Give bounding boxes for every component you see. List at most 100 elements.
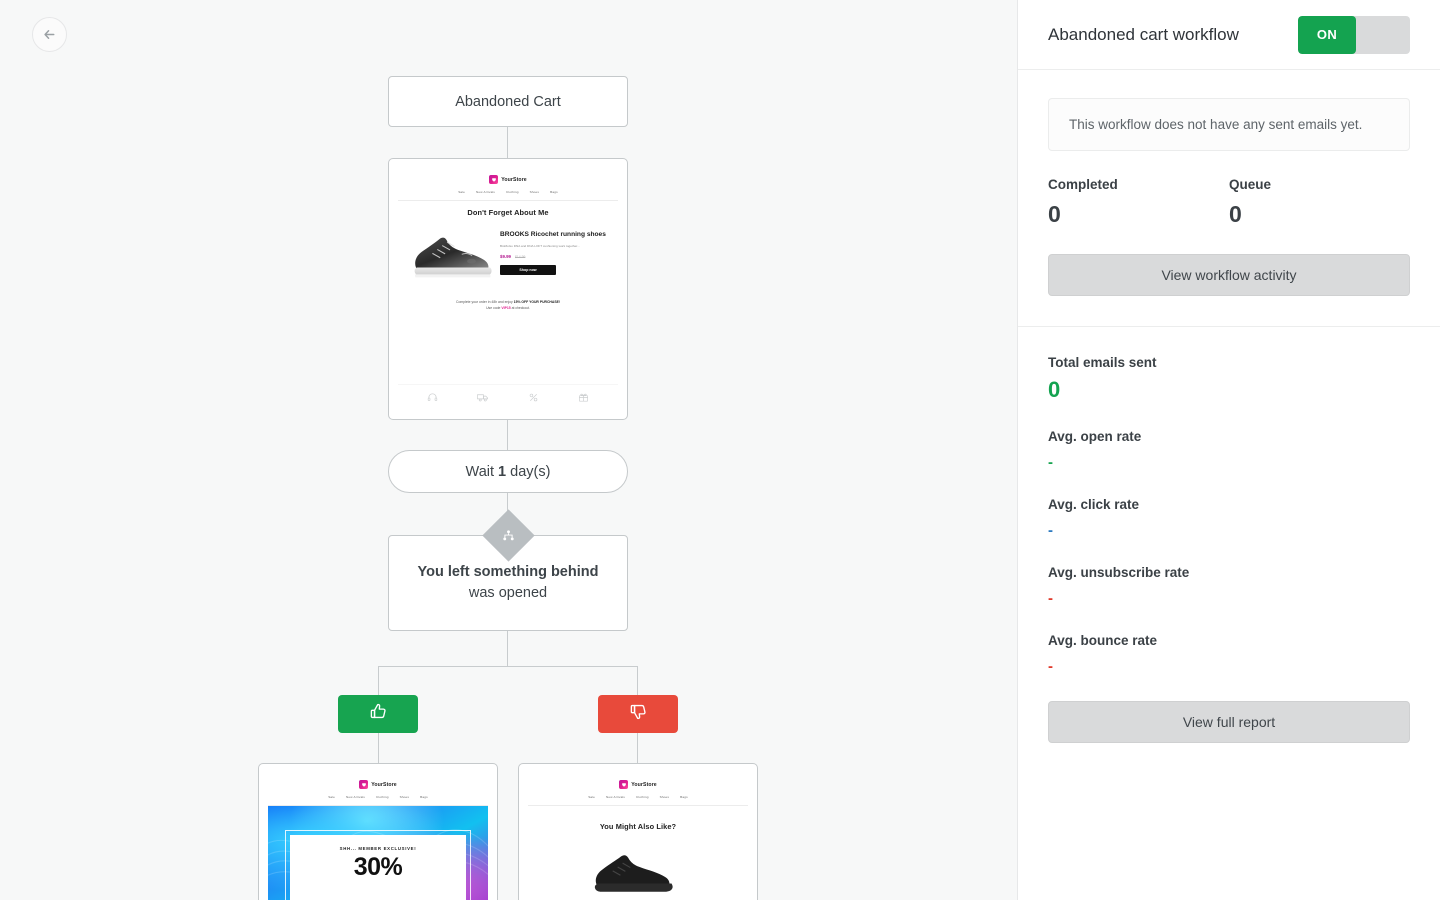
node-email-you-might-also-like[interactable]: YourStore Sale New Arrivals Clothing Sho… [518, 763, 758, 900]
promo-code-pre: Use code [486, 306, 502, 311]
hero-discount: 30% [353, 853, 403, 881]
workflow-status-toggle[interactable]: ON [1298, 15, 1410, 54]
thumbs-up-icon [369, 702, 388, 726]
branch-split-icon [490, 517, 527, 554]
email-brand: YourStore [528, 780, 748, 789]
brand-logo-icon [359, 780, 369, 789]
metric-label: Avg. open rate [1048, 429, 1142, 444]
email-headline: You Might Also Like? [599, 822, 677, 831]
product-shoe-image [407, 226, 495, 288]
branch-no-button[interactable] [598, 695, 678, 733]
email-headline: Don't Forget About Me [467, 208, 549, 217]
brand-name: YourStore [631, 781, 657, 788]
delivery-truck-icon [477, 392, 489, 403]
workflow-detail-panel: Abandoned cart workflow ON This workflow… [1017, 0, 1440, 900]
email-nav-item: Clothing [376, 795, 389, 799]
metrics-grid: Avg. open rate - Avg. click rate - Avg. … [1048, 429, 1410, 701]
email-body: Don't Forget About Me BROOKS Ricochet ru… [398, 201, 618, 384]
email-nav: Sale New Arrivals Clothing Shoes Bags [268, 795, 488, 799]
wait-label: Wait 1 day(s) [466, 464, 551, 480]
email-hero-banner: SHH... MEMBER EXCLUSIVE! 30% [268, 806, 488, 900]
node-trigger-label: Abandoned Cart [455, 93, 561, 110]
shop-now-button: Shop now [500, 264, 556, 275]
email-nav-item: Sale [458, 190, 466, 194]
hero-content: SHH... MEMBER EXCLUSIVE! 30% [290, 835, 466, 900]
connector [507, 420, 508, 450]
email-preview-main: YourStore Sale New Arrivals Clothing Sho… [398, 168, 618, 410]
metric-value: - [1048, 590, 1053, 607]
metric-value: - [1048, 522, 1053, 539]
connector [378, 666, 638, 667]
price-original: $14.99 [515, 254, 526, 259]
stat-completed: Completed 0 [1048, 177, 1229, 228]
wait-value: 1 [498, 463, 507, 480]
metric-value: - [1048, 658, 1053, 675]
email-nav-item: Shoes [529, 190, 540, 194]
price-current: $9.99 [500, 253, 511, 259]
panel-report-section: Total emails sent 0 Avg. open rate - Avg… [1018, 327, 1440, 773]
flow-graph: Abandoned Cart YourStore Sale New Arriva… [0, 0, 1017, 900]
wait-prefix: Wait [465, 463, 499, 480]
product-price: $9.99 $14.99 [500, 254, 609, 259]
empty-state-notice: This workflow does not have any sent ema… [1048, 98, 1410, 151]
email-nav-item: New Arrivals [476, 190, 496, 194]
metric-value: - [1048, 454, 1053, 471]
metric-label: Avg. unsubscribe rate [1048, 565, 1190, 580]
email-nav-item: Sale [328, 795, 336, 799]
email-nav-item: New Arrivals [346, 795, 366, 799]
email-nav-item: Bags [550, 190, 558, 194]
email-nav-item: New Arrivals [606, 795, 626, 799]
product-info: BROOKS Ricochet running shoes BioMoGo DN… [500, 226, 609, 275]
brand-name: YourStore [501, 176, 527, 183]
branch-yes-button[interactable] [338, 695, 418, 733]
email-product: BROOKS Ricochet running shoes BioMoGo DN… [407, 226, 609, 288]
stat-label: Queue [1229, 177, 1272, 192]
promo-code: VIP15 [501, 306, 511, 311]
email-header: YourStore Sale New Arrivals Clothing Sho… [398, 168, 618, 201]
email-nav: Sale New Arrivals Clothing Shoes Bags [528, 795, 748, 799]
condition-email-name: You left something behind [417, 563, 599, 580]
panel-header: Abandoned cart workflow ON [1018, 0, 1440, 70]
stats-grid: Completed 0 Queue 0 [1048, 177, 1410, 228]
metric-unsubscribe-rate: Avg. unsubscribe rate - [1048, 565, 1245, 607]
condition-label: You left something behind was opened [407, 562, 609, 604]
promo-code-post: at checkout. [510, 306, 530, 311]
discount-percent-icon [528, 392, 539, 403]
connector [507, 127, 508, 158]
promo-offer: 15% OFF YOUR PURCHASE! [513, 300, 560, 304]
email-nav-item: Bags [680, 795, 688, 799]
stat-queue: Queue 0 [1229, 177, 1410, 228]
metric-label: Avg. click rate [1048, 497, 1140, 512]
view-full-report-button[interactable]: View full report [1048, 701, 1410, 743]
gift-box-icon [578, 392, 589, 403]
node-email-main[interactable]: YourStore Sale New Arrivals Clothing Sho… [388, 158, 628, 420]
email-footer [398, 384, 618, 410]
email-brand: YourStore [398, 175, 618, 184]
node-trigger-abandoned-cart[interactable]: Abandoned Cart [388, 76, 628, 127]
email-nav: Sale New Arrivals Clothing Shoes Bags [398, 190, 618, 194]
product-name: BROOKS Ricochet running shoes [500, 231, 606, 238]
email-nav-item: Sale [588, 795, 596, 799]
email-brand: YourStore [268, 780, 488, 789]
view-workflow-activity-button[interactable]: View workflow activity [1048, 254, 1410, 296]
email-body: You Might Also Like? [528, 806, 748, 900]
email-nav-item: Shoes [659, 795, 670, 799]
stat-label: Completed [1048, 177, 1118, 192]
email-nav-item: Shoes [399, 795, 410, 799]
product-description: BioMoGo DNA and DNA LOFT cushioning work… [500, 244, 580, 249]
brand-logo-icon [489, 175, 499, 184]
stat-value: 0 [1048, 201, 1061, 227]
email-preview-left: YourStore Sale New Arrivals Clothing Sho… [268, 773, 488, 900]
panel-activity-section: This workflow does not have any sent ema… [1018, 70, 1440, 327]
page-title: Abandoned cart workflow [1048, 24, 1239, 44]
node-email-member-exclusive[interactable]: YourStore Sale New Arrivals Clothing Sho… [258, 763, 498, 900]
thumbs-down-icon [629, 702, 648, 726]
email-nav-item: Clothing [506, 190, 519, 194]
node-wait[interactable]: Wait 1 day(s) [388, 450, 628, 493]
metric-open-rate: Avg. open rate - [1048, 429, 1245, 471]
workflow-canvas[interactable]: Abandoned Cart YourStore Sale New Arriva… [0, 0, 1017, 900]
toggle-on-label: ON [1298, 15, 1356, 54]
email-header: YourStore Sale New Arrivals Clothing Sho… [268, 773, 488, 806]
total-emails-sent-label: Total emails sent [1048, 355, 1157, 370]
product-shoe-image [583, 845, 693, 900]
